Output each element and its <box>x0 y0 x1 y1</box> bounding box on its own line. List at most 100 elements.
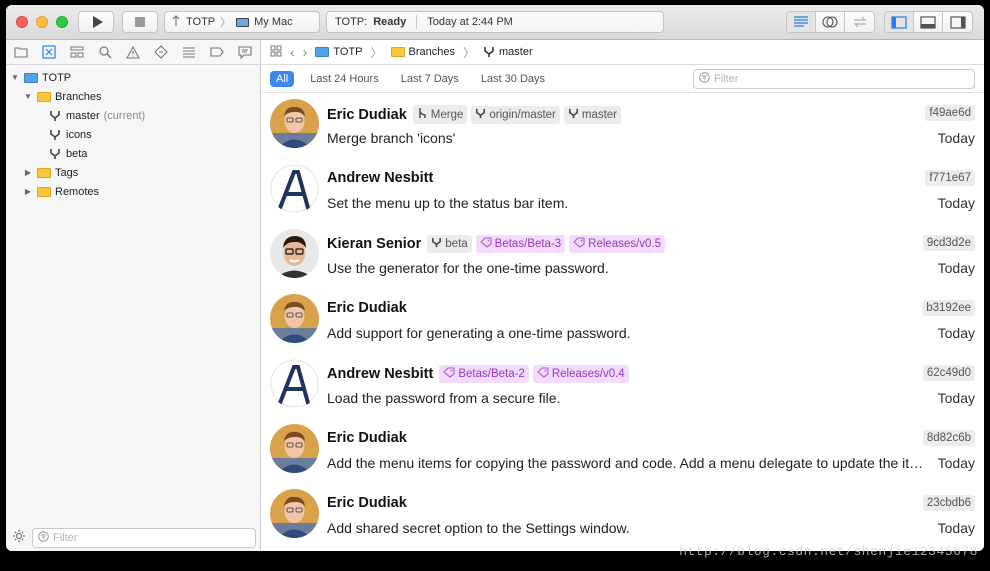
breadcrumb-branch[interactable]: master <box>483 46 533 58</box>
tag-badge[interactable]: Betas/Beta-2 <box>439 365 529 383</box>
badge-label: Releases/v0.4 <box>551 368 625 380</box>
minimize-window-button[interactable] <box>36 16 48 28</box>
breadcrumb-repo[interactable]: TOTP <box>315 46 362 58</box>
branch-name: beta <box>66 147 88 160</box>
commit-author-line: Kieran Senior beta Betas/Beta-3 Releases/v0… <box>327 235 666 253</box>
toggle-navigator-button[interactable] <box>885 12 914 32</box>
tree-row-repo[interactable]: ▼ TOTP <box>6 68 260 87</box>
tree-row-branches[interactable]: ▼ Branches <box>6 87 260 106</box>
commit-row[interactable]: Eric Dudiak Merge origin/master master Merge… <box>262 93 984 158</box>
badge-label: master <box>581 108 618 121</box>
commit-sha[interactable]: 23cbdb6 <box>922 495 975 511</box>
toggle-utilities-button[interactable] <box>943 12 972 32</box>
branch-badge[interactable]: beta <box>427 235 472 253</box>
branch-icon <box>475 108 486 122</box>
search-icon[interactable] <box>96 43 114 61</box>
avatar <box>270 359 319 408</box>
swap-arrows-icon <box>853 16 866 28</box>
commit-row[interactable]: Eric Dudiak Add support for generating a … <box>262 288 984 353</box>
tag-badge[interactable]: Betas/Beta-3 <box>475 235 566 253</box>
zoom-window-button[interactable] <box>56 16 68 28</box>
tag-badge[interactable]: Releases/v0.4 <box>532 365 629 383</box>
commit-filter-field[interactable]: Filter <box>693 69 975 89</box>
tree-tags-label: Tags <box>55 166 79 179</box>
repo-folder-icon <box>315 47 330 57</box>
tree-row-branch[interactable]: icons <box>6 125 260 144</box>
branch-icon <box>48 129 62 141</box>
filter-tab-24h[interactable]: Last 24 Hours <box>304 71 384 87</box>
source-control-icon[interactable] <box>40 43 58 61</box>
disclosure-closed-icon[interactable]: ▶ <box>23 168 33 177</box>
commit-message: Use the generator for the one-time passw… <box>327 260 609 276</box>
disclosure-open-icon[interactable]: ▼ <box>23 92 33 101</box>
branch-name: icons <box>66 128 92 141</box>
filter-tab-all[interactable]: All <box>270 70 295 87</box>
commit-author-line: Andrew Nesbitt <box>327 170 435 186</box>
branch-badge[interactable]: master <box>563 105 622 124</box>
tree-row-branch[interactable]: beta <box>6 144 260 163</box>
back-chevron-icon[interactable]: ‹ <box>290 44 295 60</box>
test-diamond-icon[interactable] <box>152 43 170 61</box>
branch-badge[interactable]: origin/master <box>471 105 560 124</box>
folder-icon[interactable] <box>12 43 30 61</box>
commit-sha[interactable]: 62c49d0 <box>922 365 975 381</box>
commit-row[interactable]: Kieran Senior beta Betas/Beta-3 Releases/v0… <box>262 223 984 288</box>
tag-icon <box>573 237 585 251</box>
commit-sha[interactable]: b3192ee <box>922 300 975 316</box>
commit-message: Add support for generating a one-time pa… <box>327 325 631 341</box>
disclosure-closed-icon[interactable]: ▶ <box>23 187 33 196</box>
branch-current-note: (current) <box>103 109 146 122</box>
version-editor-button[interactable] <box>845 12 874 32</box>
left-panel-icon <box>891 15 907 29</box>
close-window-button[interactable] <box>16 16 28 28</box>
scheme-selector[interactable]: TOTP 〉 My Mac <box>164 11 320 33</box>
scheme-app-icon <box>171 14 181 30</box>
related-items-icon[interactable] <box>270 45 282 60</box>
filter-tab-30d[interactable]: Last 30 Days <box>475 71 551 87</box>
commit-sha[interactable]: 8d82c6b <box>922 430 975 446</box>
commit-row[interactable]: Andrew Nesbitt Betas/Beta-2 Releases/v0.4 L… <box>262 353 984 418</box>
filter-icon <box>699 72 710 86</box>
tree-row-tags[interactable]: ▶ Tags <box>6 163 260 182</box>
commit-sha[interactable]: 9cd3d2e <box>922 235 975 251</box>
debug-list-icon[interactable] <box>180 43 198 61</box>
standard-editor-button[interactable] <box>787 12 816 32</box>
avatar <box>270 294 319 343</box>
toggle-debug-area-button[interactable] <box>914 12 943 32</box>
breadcrumb-group[interactable]: Branches <box>390 46 455 58</box>
run-button[interactable] <box>78 11 114 33</box>
tree-repo-label: TOTP <box>42 71 72 84</box>
avatar <box>270 489 319 538</box>
commit-author: Eric Dudiak <box>327 300 407 316</box>
filter-tab-7d[interactable]: Last 7 Days <box>395 71 465 87</box>
breakpoint-icon[interactable] <box>208 43 226 61</box>
commit-row[interactable]: Eric Dudiak Add shared secret option to t… <box>262 483 984 548</box>
date-filter-bar: All Last 24 Hours Last 7 Days Last 30 Da… <box>262 65 984 93</box>
tree-row-remotes[interactable]: ▶ Remotes <box>6 182 260 201</box>
report-bubble-icon[interactable] <box>236 43 254 61</box>
tree-row-branch[interactable]: master (current) <box>6 106 260 125</box>
commit-sha[interactable]: f771e67 <box>925 170 975 186</box>
tree-branches-label: Branches <box>55 90 102 103</box>
warning-icon[interactable] <box>124 43 142 61</box>
forward-chevron-icon[interactable]: › <box>303 44 308 60</box>
disclosure-open-icon[interactable]: ▼ <box>10 73 20 82</box>
activity-status: TOTP: Ready Today at 2:44 PM <box>326 11 664 33</box>
sidebar-footer: Filter <box>6 525 260 551</box>
commit-row[interactable]: Eric Dudiak Add the menu items for copyin… <box>262 418 984 483</box>
commit-row[interactable]: Andrew Nesbitt Set the menu up to the sta… <box>262 158 984 223</box>
merge-badge[interactable]: Merge <box>412 105 468 124</box>
align-lines-icon <box>794 16 808 27</box>
avatar <box>270 229 319 278</box>
commit-author-line: Andrew Nesbitt Betas/Beta-2 Releases/v0.4 <box>327 365 629 383</box>
tag-badge[interactable]: Releases/v0.5 <box>569 235 666 253</box>
assistant-editor-button[interactable] <box>816 12 845 32</box>
sidebar-filter-field[interactable]: Filter <box>32 528 256 548</box>
status-app: TOTP: <box>335 16 368 28</box>
settings-gear-icon[interactable] <box>12 529 26 548</box>
commit-date: Today <box>937 455 975 471</box>
commit-sha[interactable]: f49ae6d <box>925 105 975 121</box>
stop-button[interactable] <box>122 11 158 33</box>
hierarchy-icon[interactable] <box>68 43 86 61</box>
commit-date: Today <box>937 195 975 211</box>
